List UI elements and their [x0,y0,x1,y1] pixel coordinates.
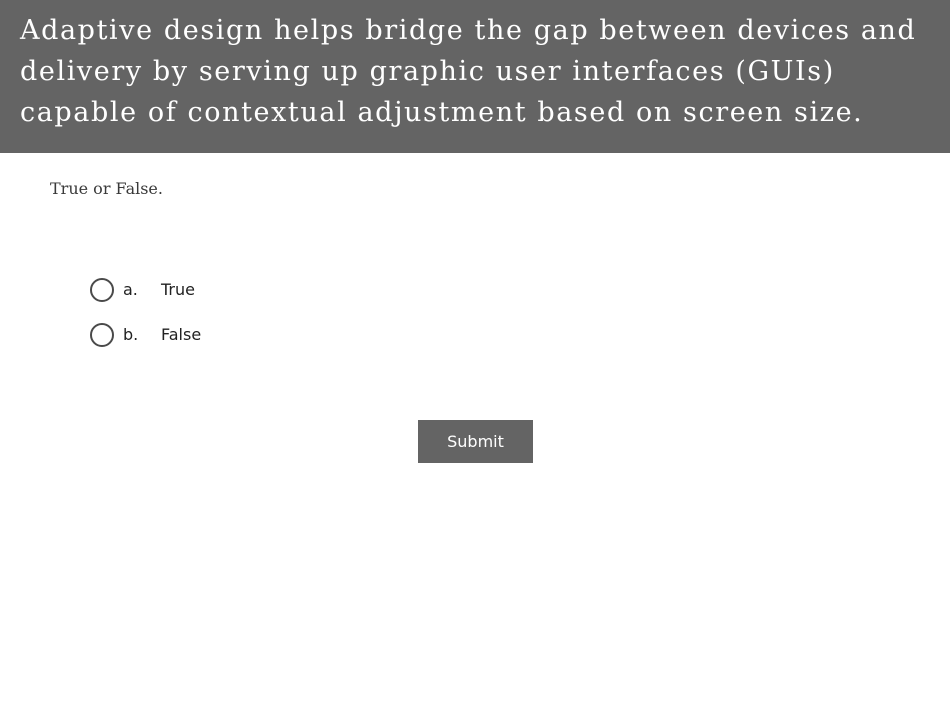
question-header: Adaptive design helps bridge the gap bet… [0,0,950,153]
answer-option-false[interactable]: b. False [90,322,201,347]
radio-button-false[interactable] [90,322,114,347]
submit-button[interactable]: Submit [418,420,533,463]
answer-option-true[interactable]: a. True [90,277,201,302]
question-instruction: True or False. [50,179,163,198]
option-letter: a. [123,279,138,299]
quiz-page: Adaptive design helps bridge the gap bet… [0,0,950,720]
radio-button-true[interactable] [90,277,114,302]
option-label: True [161,279,195,299]
option-letter: b. [123,324,139,344]
question-text: Adaptive design helps bridge the gap bet… [20,15,917,128]
answer-options: a. True b. False [90,277,201,367]
option-label: False [161,324,202,344]
